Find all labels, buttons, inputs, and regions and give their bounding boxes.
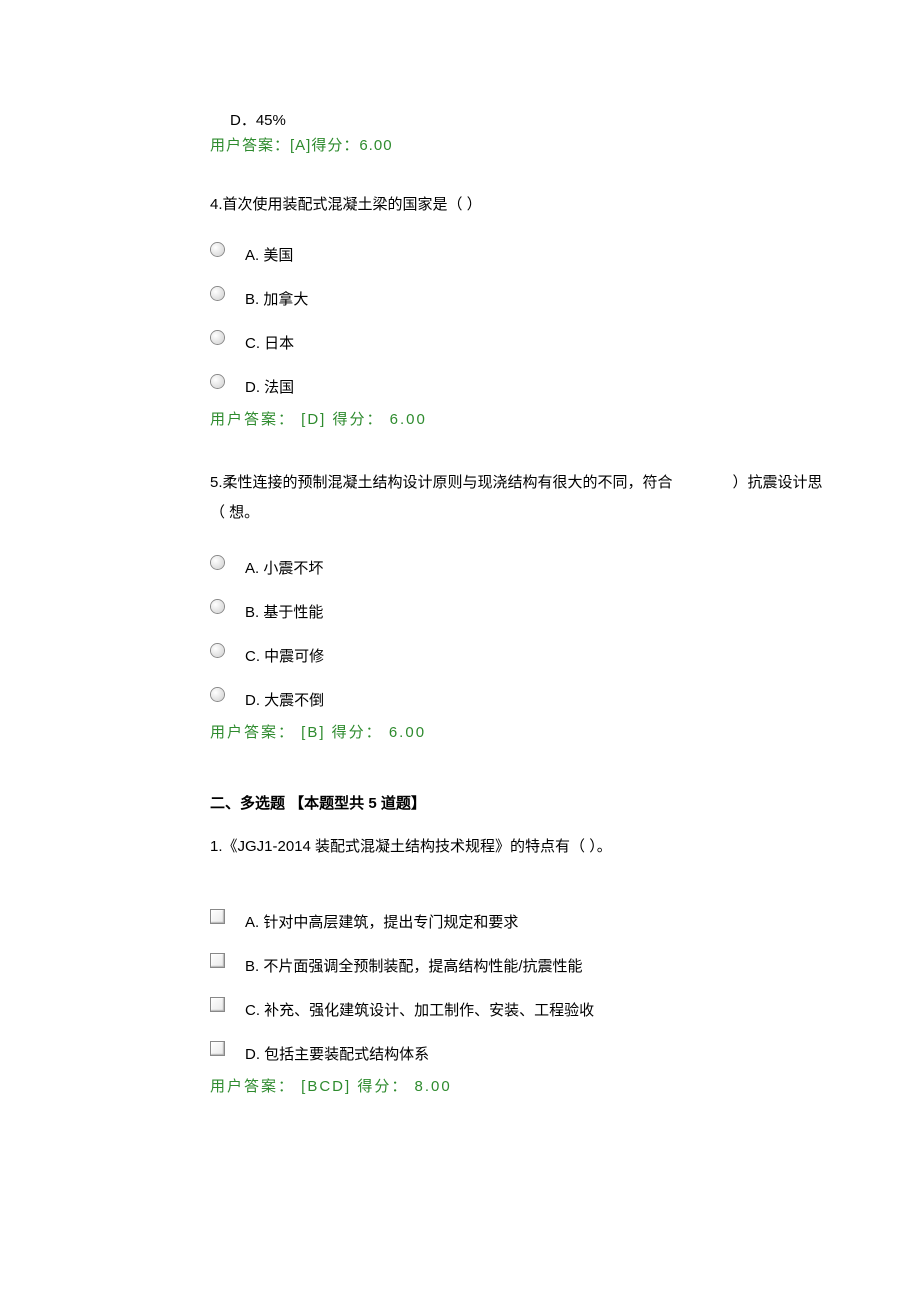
q3-option-d: D．45% — [230, 110, 830, 131]
q4-option-a-label: A. 美国 — [245, 233, 293, 266]
m1-option-a-label: A. 针对中高层建筑，提出专门规定和要求 — [245, 900, 518, 933]
m1-answer: 用户答案： [BCD] 得分： 8.00 — [210, 1076, 830, 1097]
radio-icon[interactable] — [210, 643, 225, 658]
q5-option-a-label: A. 小震不坏 — [245, 546, 323, 579]
m1-option-d-label: D. 包括主要装配式结构体系 — [245, 1032, 429, 1065]
q5-answer: 用户答案： [B] 得分： 6.00 — [210, 722, 830, 743]
radio-icon[interactable] — [210, 330, 225, 345]
m1-option-b-row[interactable]: B. 不片面强调全预制装配，提高结构性能/抗震性能 — [210, 944, 830, 977]
m1-option-c-row[interactable]: C. 补充、强化建筑设计、加工制作、安装、工程验收 — [210, 988, 830, 1021]
q4-option-a-row[interactable]: A. 美国 — [210, 233, 830, 266]
checkbox-icon[interactable] — [210, 953, 225, 968]
q5-option-d-row[interactable]: D. 大震不倒 — [210, 678, 830, 711]
radio-icon[interactable] — [210, 374, 225, 389]
radio-icon[interactable] — [210, 555, 225, 570]
q4-option-b-label: B. 加拿大 — [245, 277, 308, 310]
checkbox-icon[interactable] — [210, 1041, 225, 1056]
radio-icon[interactable] — [210, 599, 225, 614]
checkbox-icon[interactable] — [210, 909, 225, 924]
section-2-title: 二、多选题 【本题型共 5 道题】 — [210, 793, 830, 814]
q4-answer: 用户答案： [D] 得分： 6.00 — [210, 409, 830, 430]
m1-stem: 1.《JGJ1-2014 装配式混凝土结构技术规程》的特点有（ ）。 — [210, 836, 830, 857]
q4-option-b-row[interactable]: B. 加拿大 — [210, 277, 830, 310]
q5-option-b-row[interactable]: B. 基于性能 — [210, 590, 830, 623]
m1-option-a-row[interactable]: A. 针对中高层建筑，提出专门规定和要求 — [210, 900, 830, 933]
q5-stem: 5.柔性连接的预制混凝土结构设计原则与现浇结构有很大的不同，符合 ）抗震设计思 … — [210, 468, 830, 528]
q3-answer: 用户答案：[A]得分：6.00 — [210, 135, 830, 156]
checkbox-icon[interactable] — [210, 997, 225, 1012]
q4-option-c-label: C. 日本 — [245, 321, 294, 354]
q4-stem: 4.首次使用装配式混凝土梁的国家是（ ） — [210, 194, 830, 215]
radio-icon[interactable] — [210, 687, 225, 702]
m1-option-d-row[interactable]: D. 包括主要装配式结构体系 — [210, 1032, 830, 1065]
q4-option-d-label: D. 法国 — [245, 365, 294, 398]
m1-option-c-label: C. 补充、强化建筑设计、加工制作、安装、工程验收 — [245, 988, 594, 1021]
radio-icon[interactable] — [210, 286, 225, 301]
radio-icon[interactable] — [210, 242, 225, 257]
q5-option-c-row[interactable]: C. 中震可修 — [210, 634, 830, 667]
q4-option-d-row[interactable]: D. 法国 — [210, 365, 830, 398]
q5-option-b-label: B. 基于性能 — [245, 590, 323, 623]
q5-option-c-label: C. 中震可修 — [245, 634, 324, 667]
m1-option-b-label: B. 不片面强调全预制装配，提高结构性能/抗震性能 — [245, 944, 583, 977]
q5-option-d-label: D. 大震不倒 — [245, 678, 324, 711]
q5-option-a-row[interactable]: A. 小震不坏 — [210, 546, 830, 579]
q4-option-c-row[interactable]: C. 日本 — [210, 321, 830, 354]
